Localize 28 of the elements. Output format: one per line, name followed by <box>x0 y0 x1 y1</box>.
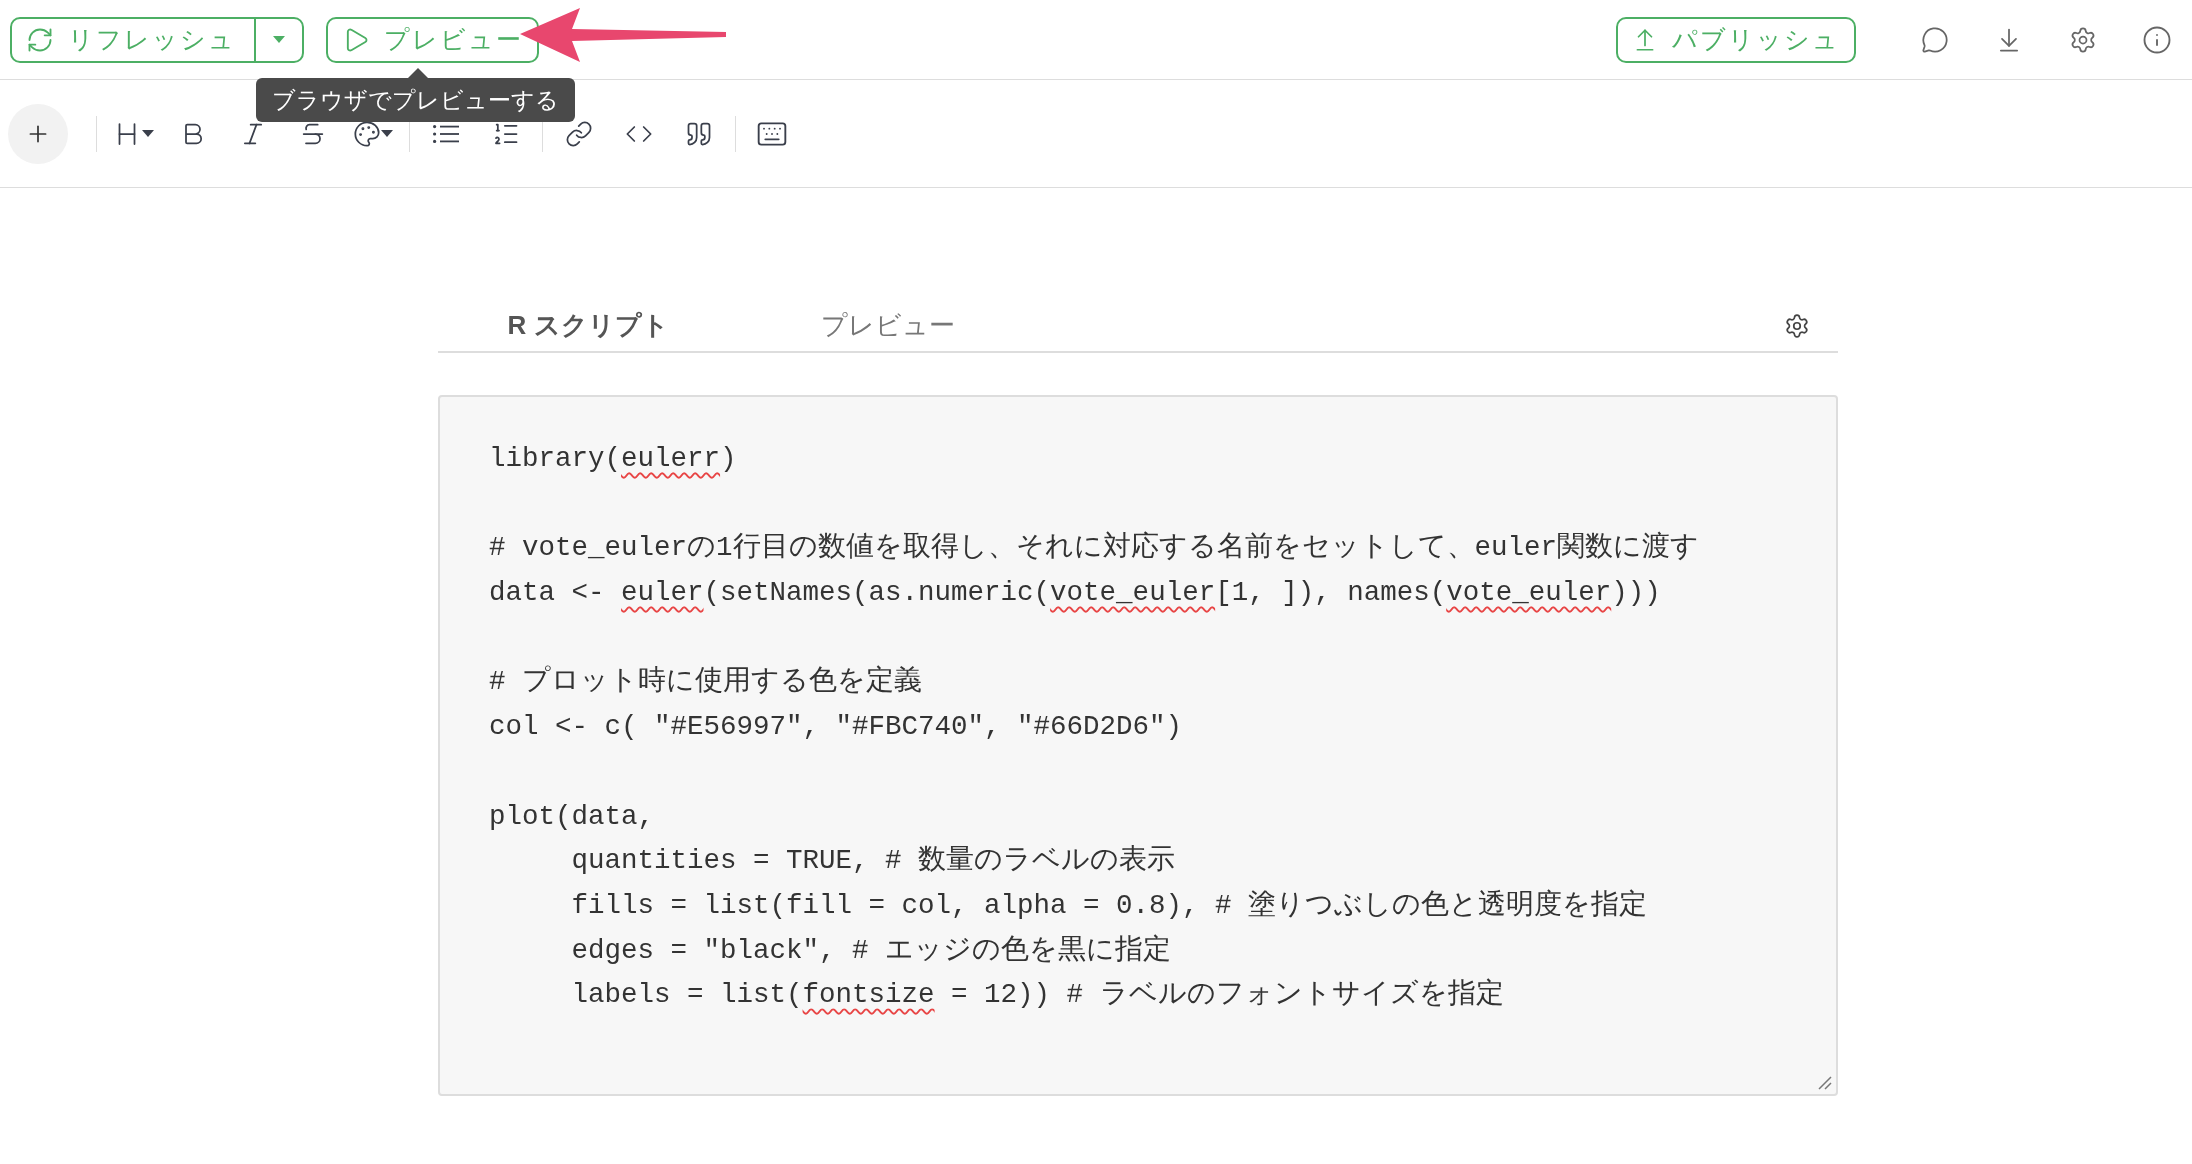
code-line: col <- c( "#E56997", "#FBC740", "#66D2D6") <box>489 710 1183 745</box>
settings-icon <box>2069 25 2097 54</box>
speech-bubble-icon <box>1921 25 1949 54</box>
link-icon <box>565 119 593 148</box>
resize-handle-icon <box>1816 1074 1832 1090</box>
settings-icon <box>1784 312 1810 339</box>
tab[interactable]: プレビュー <box>738 306 1038 345</box>
code-line: fills = list(fill = col, alpha = 0.8), # 塗りつぶしの色と透明度を指定 <box>570 888 1648 923</box>
code-line: labels = list(fontsize = 12)) # ラベルのフォントサイズを指定 <box>570 977 1504 1013</box>
tooltip: ブラウザでプレビューする <box>256 78 575 122</box>
code-editor[interactable] <box>438 395 1838 1096</box>
tooltip-pointer <box>407 66 428 78</box>
code-line: # vote_eulerの1行目の数値を取得し、それに対応する名前をセットして、euler関数に渡す <box>489 530 1700 566</box>
bullet-list-icon <box>433 124 459 143</box>
tab[interactable]: R スクリプト <box>438 306 738 345</box>
caret-icon <box>273 35 285 44</box>
code-line: plot(data, <box>489 799 655 834</box>
code-line: edges = "black", # エッジの色を黒に指定 <box>570 933 1172 968</box>
caret-icon <box>142 129 154 138</box>
publish-button[interactable]: パブリッシュ <box>1616 16 1856 63</box>
caret-icon <box>381 129 393 138</box>
refresh-button[interactable]: リフレッシュ <box>12 18 254 61</box>
info-icon <box>2142 24 2172 55</box>
code-line: quantities = TRUE, # 数量のラベルの表示 <box>570 844 1176 879</box>
code-line: # プロット時に使用する色を定義 <box>489 664 922 700</box>
code-line: library(eulerr) <box>489 442 737 476</box>
code-line: data <- euler(setNames(as.numeric(vote_euler[1, ]), names(vote_euler))) <box>489 576 1661 611</box>
palette-icon <box>353 119 381 148</box>
